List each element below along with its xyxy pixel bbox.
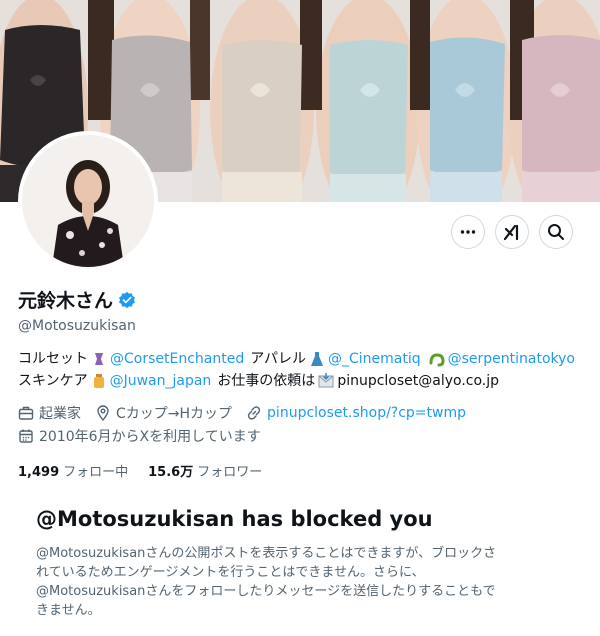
bio-text: アパレル [250,351,306,367]
blocked-message: @Motosuzukisanさんの公開ポストを表示することはできますが、ブロック… [36,544,564,620]
occupation: 起業家 [18,403,81,423]
snake-emoji-icon [429,353,445,367]
location-text: Cカップ→Hカップ [116,406,233,422]
search-icon [548,224,564,240]
grok-button[interactable] [495,215,529,249]
profile-handle: @Motosuzukisan [18,318,136,334]
bio-text: お仕事の依頼は [217,373,316,389]
followers-link[interactable]: 15.6万 フォロワー [148,461,262,480]
envelope-emoji-icon [318,373,334,388]
follow-stats: 1,499 フォロー中 15.6万 フォロワー [18,461,282,480]
lotion-emoji-icon [93,374,104,388]
display-name: 元鈴木さん [18,290,114,312]
following-label: フォロー中 [63,465,129,480]
following-count: 1,499 [18,465,60,480]
blocked-message-line: @Motosuzukisanさんの公開ポストを表示することはできますが、ブロック… [36,546,497,561]
location-pin-icon [97,405,109,421]
search-button[interactable] [539,215,573,249]
mention-link[interactable]: @serpentinatokyo [448,348,575,370]
profile-meta: 起業家 Cカップ→Hカップ pinupcloset.shop/?cp=twmp [18,403,480,423]
briefcase-icon [18,406,34,420]
mention-link[interactable]: @_Cinematiq [328,348,421,370]
more-button[interactable] [451,215,485,249]
joined: 2010年6月からXを利用しています [18,426,261,446]
blocked-message-line: きません。 [36,603,101,618]
joined-text: 2010年6月からXを利用しています [39,429,261,445]
blocked-message-line: @Motosuzukisanさんをフォローしたりメッセージを送信したりすることも… [36,584,496,599]
bio-text: スキンケア [18,373,88,389]
mention-link[interactable]: @Juwan_japan [110,370,212,392]
following-link[interactable]: 1,499 フォロー中 [18,461,128,480]
followers-count: 15.6万 [148,465,194,480]
occupation-text: 起業家 [39,406,81,422]
website: pinupcloset.shop/?cp=twmp [246,405,466,421]
joined-row: 2010年6月からXを利用しています [18,426,275,446]
mention-link[interactable]: @CorsetEnchanted [110,348,244,370]
avatar-photo [22,135,154,267]
avatar[interactable] [18,131,158,271]
grok-icon [503,224,519,241]
location: Cカップ→Hカップ [95,403,232,423]
dress-emoji-icon [310,352,323,366]
bio-text: コルセット [18,351,88,367]
bio-email: pinupcloset@alyo.co.jp [337,373,500,389]
blocked-title: @Motosuzukisan has blocked you [36,507,433,531]
verified-badge-icon[interactable] [118,291,136,309]
bio-line-2: スキンケア @Juwan_japan お仕事の依頼は pinupcloset@a… [18,370,593,392]
calendar-icon [19,429,33,443]
bio-line-1: コルセット @CorsetEnchanted アパレル @_Cinematiq … [18,348,593,370]
followers-label: フォロワー [197,465,263,480]
more-horizontal-icon [460,230,476,234]
name-row: 元鈴木さん [18,286,136,313]
website-link[interactable]: pinupcloset.shop/?cp=twmp [267,405,466,421]
blocked-message-line: れているためエンゲージメントを行うことはできません。さらに、 [36,565,425,580]
profile-bio: コルセット @CorsetEnchanted アパレル @_Cinematiq … [18,348,593,392]
corset-emoji-icon [95,353,103,365]
profile-page: 元鈴木さん @Motosuzukisan コルセット @CorsetEnchan… [0,0,600,636]
link-icon [247,406,261,420]
